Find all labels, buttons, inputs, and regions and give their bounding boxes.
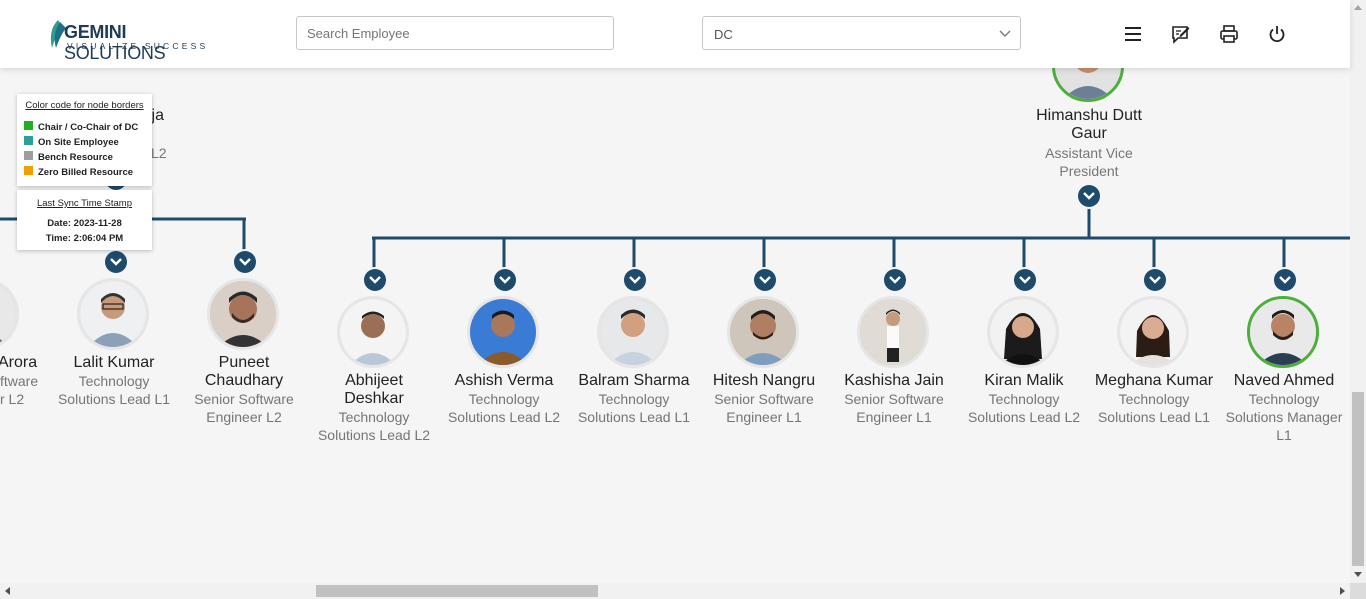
employee-name: Meghana Kumar (1094, 372, 1214, 389)
org-node-balram-sharma[interactable]: Balram Sharma Technology Solutions Lead … (568, 296, 700, 436)
legend-label: On Site Employee (38, 137, 119, 148)
org-chart-canvas[interactable]: ija L2 Arora ftware r L2 Lalit Kumar Tec… (0, 0, 1350, 583)
employee-title: Technology Solutions Lead L2 (447, 391, 561, 425)
feedback-icon[interactable] (1171, 24, 1191, 44)
org-node-lalit-kumar[interactable]: Lalit Kumar Technology Solutions Lead L1 (48, 278, 180, 418)
horizontal-scrollbar[interactable] (0, 583, 1350, 599)
search-employee-input[interactable] (296, 16, 614, 50)
scrollbar-corner (1350, 583, 1366, 599)
department-select-value: DC (714, 27, 733, 42)
scroll-down-arrow[interactable] (1354, 572, 1362, 577)
expand-toggle-puneet-chaudhary[interactable] (234, 251, 256, 273)
expand-toggle-lalit-kumar[interactable] (105, 251, 127, 273)
expand-toggle-abhijeet-deshkar[interactable] (364, 269, 386, 291)
org-node-naved-ahmed[interactable]: Naved Ahmed Technology Solutions Manager… (1218, 296, 1350, 446)
employee-title: Technology Solutions Manager L1 (1225, 391, 1343, 443)
collapse-toggle-himanshu-dutt-gaur[interactable] (1078, 185, 1100, 207)
employee-name-fragment: ija (148, 107, 165, 124)
last-sync-box: Last Sync Time Stamp Date: 2023-11-28 Ti… (17, 190, 152, 250)
expand-toggle-meghana-kumar[interactable] (1144, 269, 1166, 291)
org-node-meghana-kumar[interactable]: Meghana Kumar Technology Solutions Lead … (1088, 296, 1220, 436)
legend-label: Chair / Co-Chair of DC (38, 122, 139, 133)
org-node-hitesh-nangru[interactable]: Hitesh Nangru Senior Software Engineer L… (698, 296, 830, 436)
employee-photo (857, 296, 929, 368)
employee-name: Puneet Chaudhary (204, 354, 284, 389)
org-node-kashisha-jain[interactable]: Kashisha Jain Senior Software Engineer L… (828, 296, 960, 436)
employee-photo (337, 296, 409, 368)
color-swatch (24, 121, 33, 130)
horizontal-scrollbar-thumb[interactable] (316, 585, 598, 597)
employee-title: Senior Software Engineer L2 (194, 391, 294, 425)
expand-toggle-kashisha-jain[interactable] (884, 269, 906, 291)
employee-photo (207, 278, 279, 350)
employee-title: Technology Solutions Lead L1 (577, 391, 691, 425)
legend-heading: Color code for node borders (25, 100, 144, 111)
employee-title: Technology Solutions Lead L2 (967, 391, 1081, 425)
org-node-partial-left[interactable]: Arora ftware r L2 (0, 278, 50, 418)
employee-name: Kashisha Jain (844, 372, 944, 389)
color-swatch (24, 151, 33, 160)
employee-name: Balram Sharma (578, 372, 690, 389)
color-swatch (24, 136, 33, 145)
color-swatch (24, 166, 33, 175)
employee-name: Naved Ahmed (1233, 372, 1335, 389)
org-node-abhijeet-deshkar[interactable]: Abhijeet Deshkar Technology Solutions Le… (308, 296, 440, 446)
employee-photo (597, 296, 669, 368)
scroll-up-arrow[interactable] (1354, 5, 1362, 10)
print-icon[interactable] (1219, 24, 1239, 44)
employee-name: Abhijeet Deshkar (344, 372, 404, 407)
chevron-down-icon (999, 30, 1011, 37)
expand-toggle-naved-ahmed[interactable] (1274, 269, 1296, 291)
sync-heading: Last Sync Time Stamp (36, 198, 133, 209)
employee-title: Technology Solutions Lead L1 (1097, 391, 1211, 425)
power-icon[interactable] (1267, 24, 1287, 44)
employee-title-fragment: L2 (151, 145, 167, 161)
employee-name: Ashish Verma (454, 372, 554, 389)
logo-tagline: VISUALIZE SUCCESS (67, 41, 209, 51)
app-header: GEMINI SOLUTIONS VISUALIZE SUCCESS DC (0, 0, 1350, 68)
vertical-scrollbar-thumb[interactable] (1352, 392, 1364, 566)
org-node-ashish-verma[interactable]: Ashish Verma Technology Solutions Lead L… (438, 296, 570, 436)
expand-toggle-hitesh-nangru[interactable] (754, 269, 776, 291)
expand-toggle-kiran-malik[interactable] (1014, 269, 1036, 291)
employee-photo (1247, 296, 1319, 368)
scroll-right-arrow[interactable] (1340, 587, 1345, 595)
employee-photo (0, 278, 19, 350)
employee-name: Kiran Malik (984, 372, 1064, 389)
department-select[interactable]: DC (702, 16, 1021, 50)
legend-label: Zero Billed Resource (38, 167, 134, 178)
border-color-legend: Color code for node borders Chair / Co-C… (17, 94, 152, 186)
employee-title: Technology Solutions Lead L1 (57, 373, 171, 407)
expand-toggle-ashish-verma[interactable] (494, 269, 516, 291)
employee-photo (77, 278, 149, 350)
employee-photo (727, 296, 799, 368)
employee-name: Lalit Kumar (73, 354, 155, 371)
employee-photo (1117, 296, 1189, 368)
legend-label: Bench Resource (38, 152, 113, 163)
employee-title: Assistant Vice President (1045, 145, 1133, 179)
employee-name: Himanshu Dutt Gaur (1036, 107, 1142, 142)
employee-title: Senior Software Engineer L1 (714, 391, 814, 425)
menu-icon[interactable] (1123, 24, 1143, 44)
sync-date: Date: 2023-11-28 (47, 218, 122, 229)
sync-time: Time: 2:06:04 PM (45, 233, 124, 244)
scroll-left-arrow[interactable] (5, 587, 10, 595)
employee-photo (987, 296, 1059, 368)
gemini-solutions-logo[interactable]: GEMINI SOLUTIONS VISUALIZE SUCCESS (46, 18, 216, 63)
employee-name: Hitesh Nangru (712, 372, 816, 389)
employee-title: Technology Solutions Lead L2 (317, 409, 431, 443)
org-node-puneet-chaudhary[interactable]: Puneet Chaudhary Senior Software Enginee… (178, 278, 310, 438)
org-node-kiran-malik[interactable]: Kiran Malik Technology Solutions Lead L2 (958, 296, 1090, 436)
employee-title: Senior Software Engineer L1 (844, 391, 944, 425)
employee-photo (467, 296, 539, 368)
expand-toggle-balram-sharma[interactable] (624, 269, 646, 291)
